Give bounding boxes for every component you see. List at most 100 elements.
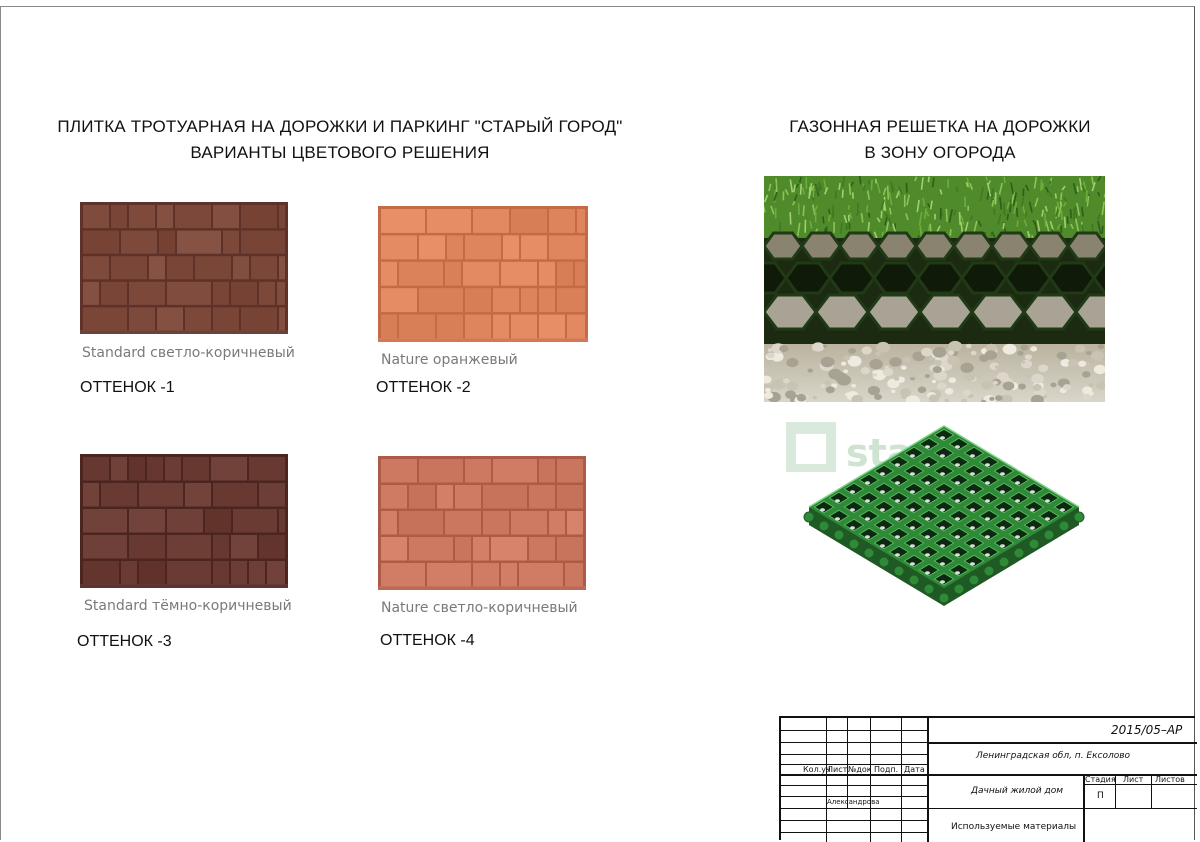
- paving-heading: ПЛИТКА ТРОТУАРНАЯ НА ДОРОЖКИ И ПАРКИНГ "…: [40, 114, 640, 166]
- paver-block: [511, 315, 537, 339]
- paver-block: [557, 288, 585, 312]
- tile-caption-3: Standard тёмно-коричневый: [84, 598, 292, 614]
- paver-block: [213, 205, 239, 228]
- hex-cell: [802, 233, 840, 259]
- hex-cell: [1050, 263, 1094, 293]
- hex-cell: [954, 233, 992, 259]
- paver-block: [381, 537, 407, 561]
- paver-block: [241, 307, 277, 330]
- paver-block: [279, 509, 285, 533]
- paving-heading-line2: ВАРИАНТЫ ЦВЕТОВОГО РЕШЕНИЯ: [40, 140, 640, 166]
- paver-block: [409, 537, 453, 561]
- paver-block: [83, 282, 99, 305]
- lawn-grid-heading-line1: ГАЗОННАЯ РЕШЕТКА НА ДОРОЖКИ: [760, 114, 1120, 140]
- tile-sample-3: [80, 454, 288, 588]
- paver-block: [251, 256, 277, 279]
- shade-label-1: ОТТЕНОК -1: [80, 379, 175, 397]
- hex-cell: [918, 263, 962, 293]
- project-name: Дачный жилой дом: [971, 786, 1063, 796]
- paver-block: [473, 563, 499, 587]
- paving-heading-line1: ПЛИТКА ТРОТУАРНАЯ НА ДОРОЖКИ И ПАРКИНГ "…: [40, 114, 640, 140]
- lawn-grid-heading: ГАЗОННАЯ РЕШЕТКА НА ДОРОЖКИ В ЗОНУ ОГОРО…: [760, 114, 1120, 166]
- lawn-grid-heading-line2: В ЗОНУ ОГОРОДА: [760, 140, 1120, 166]
- paver-block: [399, 511, 443, 535]
- paver-block: [549, 511, 565, 535]
- paver-block: [167, 256, 193, 279]
- hex-cell: [874, 263, 918, 293]
- paver-block: [381, 315, 397, 339]
- paver-block: [279, 307, 285, 330]
- paver-block: [419, 288, 463, 312]
- paver-block: [213, 561, 229, 585]
- sheet-label: Лист: [1123, 775, 1143, 784]
- paver-block: [101, 483, 137, 507]
- tile-sample-4: [378, 456, 586, 590]
- hex-cell: [1030, 233, 1068, 259]
- paver-block: [503, 235, 519, 259]
- paver-block: [83, 561, 119, 585]
- paver-block: [511, 511, 547, 535]
- paver-block: [195, 256, 231, 279]
- paver-block: [567, 315, 585, 339]
- paver-block: [381, 262, 397, 286]
- paver-block: [521, 288, 537, 312]
- paver-block: [549, 209, 575, 233]
- paver-block: [529, 485, 555, 509]
- paver-block: [437, 485, 453, 509]
- paver-block: [465, 235, 501, 259]
- paver-block: [223, 231, 239, 254]
- paver-block: [147, 457, 163, 481]
- stage-label: Стадия: [1085, 775, 1116, 784]
- paver-block: [455, 537, 471, 561]
- hex-cell: [764, 233, 802, 259]
- paver-block: [129, 535, 165, 559]
- paver-block: [465, 459, 491, 483]
- paver-block: [381, 209, 425, 233]
- paver-block: [121, 231, 157, 254]
- paver-block: [539, 315, 565, 339]
- paver-block: [501, 563, 517, 587]
- paver-block: [493, 288, 519, 312]
- paver-block: [111, 256, 147, 279]
- paver-block: [399, 262, 443, 286]
- paver-block: [419, 459, 463, 483]
- paver-block: [129, 307, 155, 330]
- paver-block: [83, 256, 109, 279]
- paver-block: [557, 459, 583, 483]
- paver-block: [539, 459, 555, 483]
- paver-block: [157, 307, 183, 330]
- hex-cell: [764, 295, 816, 329]
- title-block: 2015/05–АР Ленинградская обл, п. Ексолов…: [779, 716, 1195, 840]
- paver-block: [549, 235, 585, 259]
- paver-block: [381, 235, 417, 259]
- paver-block: [231, 535, 257, 559]
- stage-value: П: [1097, 791, 1104, 801]
- paver-block: [129, 282, 165, 305]
- paver-block: [213, 282, 229, 305]
- paver-block: [409, 485, 435, 509]
- hex-cell: [878, 233, 916, 259]
- paver-block: [241, 205, 277, 228]
- paver-block: [483, 485, 527, 509]
- paver-block: [211, 457, 247, 481]
- paver-block: [111, 205, 127, 228]
- col-date: Дата: [904, 765, 925, 774]
- paver-block: [381, 511, 397, 535]
- paver-block: [567, 511, 583, 535]
- paver-block: [445, 262, 461, 286]
- paver-block: [473, 537, 489, 561]
- paver-block: [231, 561, 247, 585]
- paver-block: [167, 509, 203, 533]
- hex-cell: [920, 295, 972, 329]
- tile-sample-1: [80, 202, 288, 334]
- paver-block: [521, 235, 547, 259]
- paver-block: [381, 485, 407, 509]
- paver-block: [259, 535, 285, 559]
- paver-block: [557, 262, 573, 286]
- hex-cell: [972, 295, 1024, 329]
- paver-block: [529, 537, 555, 561]
- paver-block: [539, 288, 555, 312]
- sheets-label: Листов: [1155, 775, 1185, 784]
- paver-block: [267, 561, 285, 585]
- paver-block: [129, 509, 165, 533]
